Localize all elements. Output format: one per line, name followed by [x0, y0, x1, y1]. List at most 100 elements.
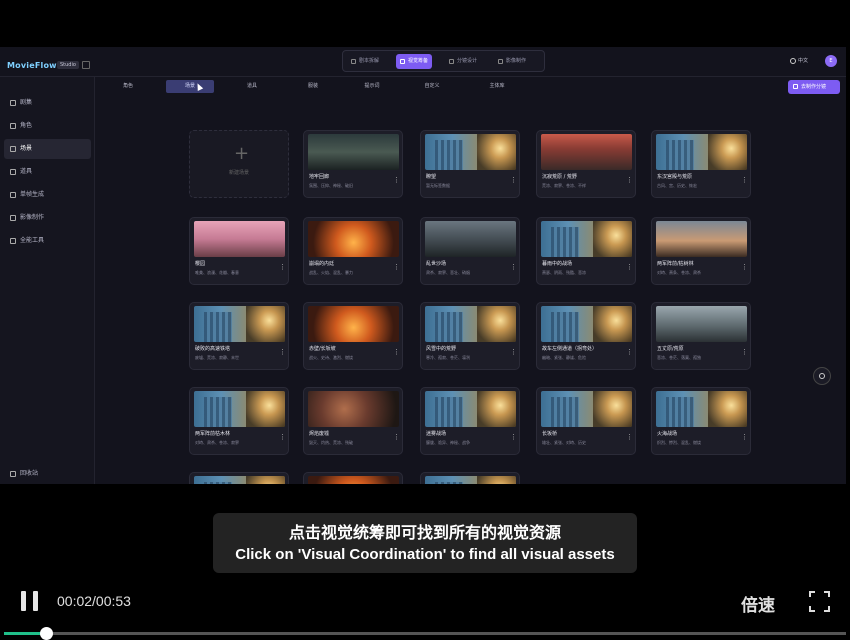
progress-track[interactable] — [4, 632, 846, 635]
more-options-icon[interactable]: ⋮ — [393, 434, 400, 441]
more-options-icon[interactable]: ⋮ — [626, 264, 633, 271]
scene-title: 沉寂荒原 / 荒野 — [542, 174, 577, 180]
more-options-icon[interactable]: ⋮ — [741, 434, 748, 441]
scene-tags: 对峙、萧条、苍凉、肃杀 — [657, 270, 701, 275]
scene-card[interactable] — [189, 472, 289, 484]
scene-title: 五丈原/荒原 — [657, 346, 684, 352]
scene-title: 樱园 — [195, 261, 206, 267]
scene-title: 东汉宫殿与荒原 — [657, 174, 693, 180]
scene-thumbnail — [656, 306, 747, 342]
scene-title: 迷雾战场 — [426, 431, 447, 437]
scene-thumbnail — [308, 476, 399, 484]
scene-card[interactable]: 沉寂荒原 / 荒野 荒凉、寂寥、苍凉、不祥 ⋮ — [536, 130, 636, 198]
scene-thumbnail — [194, 221, 285, 257]
scene-tags: 朦胧、诡异、神秘、战争 — [426, 440, 470, 445]
pause-button[interactable] — [21, 591, 39, 611]
scene-thumbnail — [541, 221, 632, 257]
scene-card[interactable]: 地牢回廊氛围、压抑、神秘、破旧 ⋮ — [303, 130, 403, 198]
scene-card[interactable]: 崩塌的内廷战乱、火焰、混乱、暴力 ⋮ — [303, 217, 403, 285]
scene-thumbnail — [656, 134, 747, 170]
more-options-icon[interactable]: ⋮ — [510, 349, 517, 356]
subtitle-chinese: 点击视觉统筹即可找到所有的视觉资源 — [288, 523, 561, 542]
scene-title: 赤壁/长坂坡 — [309, 346, 336, 352]
scene-card[interactable]: 两军阵前/枯树林对峙、萧条、苍凉、肃杀 ⋮ — [651, 217, 751, 285]
plus-icon: + — [234, 143, 250, 164]
scene-tags: 废墟、荒凉、寂静、末世 — [195, 355, 239, 360]
scene-title: 乱世沙场 — [426, 261, 447, 267]
playback-speed-button[interactable]: 倍速 — [741, 591, 775, 616]
scene-tags: 炽烈、惨烈、混乱、燃烧 — [657, 440, 701, 445]
scene-thumbnail — [194, 306, 285, 342]
scene-thumbnail — [541, 306, 632, 342]
scene-card[interactable]: 乱世沙场肃杀、寂寥、悲壮、硝烟 ⋮ — [420, 217, 520, 285]
scene-tags: 幽暗、紧张、静谧、危险 — [542, 355, 586, 360]
more-options-icon[interactable]: ⋮ — [393, 264, 400, 271]
scene-title: 两军阵前/枯树林 — [657, 261, 694, 267]
scene-title: 崩塌的内廷 — [309, 261, 335, 267]
add-scene-card[interactable]: + 新建场景 — [189, 130, 289, 198]
scene-card[interactable]: 赤壁/长坂坡战火、史诗、激烈、燃烧 ⋮ — [303, 302, 403, 370]
scene-title: 长坂桥 — [542, 431, 558, 437]
scene-title: 暮雨中的战场 — [542, 261, 573, 267]
more-options-icon[interactable]: ⋮ — [279, 264, 286, 271]
scene-card[interactable]: 故车左侧通道（拐弯处） 幽暗、紧张、静谧、危险 ⋮ — [536, 302, 636, 370]
scene-thumbnail — [425, 221, 516, 257]
scene-card[interactable]: 东汉宫殿与荒原 古风、宫、历史、恢宏 ⋮ — [651, 130, 751, 198]
scene-tags: 氛围、压抑、神秘、破旧 — [309, 183, 353, 188]
app-screen: MovieFlow Studio 剧本拆解 视觉筹备 分镜设计 影像制作 中文 … — [0, 47, 846, 484]
subtitle-english: Click on 'Visual Coordination' to find a… — [235, 546, 615, 563]
more-options-icon[interactable]: ⋮ — [626, 349, 633, 356]
scene-card[interactable]: 两军阵前枯木林对峙、肃杀、苍凉、寂寥 ⋮ — [189, 387, 289, 455]
subtitle-box: 点击视觉统筹即可找到所有的视觉资源 Click on 'Visual Coord… — [213, 513, 637, 573]
scene-grid: + 新建场景 地牢回廊 氛围、压抑、神秘、破旧 ⋮ 瞭望 暂无标签数据 ⋮ 沉寂荒原 / 荒… — [0, 47, 846, 484]
more-options-icon[interactable]: ⋮ — [741, 264, 748, 271]
scene-card[interactable]: 长坂桥雄壮、紧张、对峙、历史 ⋮ — [536, 387, 636, 455]
scene-title: 地牢回廊 — [309, 174, 330, 180]
scene-title: 故车左侧通道（拐弯处） — [542, 346, 598, 352]
more-options-icon[interactable]: ⋮ — [510, 434, 517, 441]
scene-tags: 对峙、肃杀、苍凉、寂寥 — [195, 440, 239, 445]
scene-tags: 寒冷、孤寂、苍茫、凛冽 — [426, 355, 470, 360]
fullscreen-icon[interactable] — [809, 591, 830, 612]
scene-tags: 雄壮、紧张、对峙、历史 — [542, 440, 586, 445]
scene-title: 两军阵前枯木林 — [195, 431, 231, 437]
scene-card[interactable]: 烬焰废墟毁灭、灼热、荒凉、残破 ⋮ — [303, 387, 403, 455]
chat-button[interactable] — [813, 367, 831, 385]
scene-title: 风雪中的荒野 — [426, 346, 457, 352]
scene-card[interactable]: 五丈原/荒原悲凉、苍茫、落寞、孤独 ⋮ — [651, 302, 751, 370]
scene-title: 火海战场 — [657, 431, 678, 437]
scene-thumbnail — [425, 391, 516, 427]
scene-card[interactable]: 暮雨中的战场萧瑟、阴雨、残酷、悲凉 ⋮ — [536, 217, 636, 285]
scene-card[interactable]: 瞭望 暂无标签数据 ⋮ — [420, 130, 520, 198]
scene-tags: 毁灭、灼热、荒凉、残破 — [309, 440, 353, 445]
scene-thumbnail — [308, 134, 399, 170]
scene-tags: 悲凉、苍茫、落寞、孤独 — [657, 355, 701, 360]
scene-thumbnail — [656, 221, 747, 257]
scene-card[interactable] — [303, 472, 403, 484]
more-options-icon[interactable]: ⋮ — [279, 434, 286, 441]
scene-tags: 战火、史诗、激烈、燃烧 — [309, 355, 353, 360]
scene-tags: 战乱、火焰、混乱、暴力 — [309, 270, 353, 275]
scene-card[interactable]: 樱园 唯美、浪漫、花瓣、春意 ⋮ — [189, 217, 289, 285]
more-options-icon[interactable]: ⋮ — [279, 349, 286, 356]
more-options-icon[interactable]: ⋮ — [510, 177, 517, 184]
scene-tags: 萧瑟、阴雨、残酷、悲凉 — [542, 270, 586, 275]
progress-knob[interactable] — [40, 627, 53, 640]
more-options-icon[interactable]: ⋮ — [393, 349, 400, 356]
scene-card[interactable]: 风雪中的荒野寒冷、孤寂、苍茫、凛冽 ⋮ — [420, 302, 520, 370]
more-options-icon[interactable]: ⋮ — [393, 177, 400, 184]
scene-tags: 肃杀、寂寥、悲壮、硝烟 — [426, 270, 470, 275]
scene-card[interactable]: 火海战场炽烈、惨烈、混乱、燃烧 ⋮ — [651, 387, 751, 455]
scene-card[interactable]: 迷雾战场朦胧、诡异、神秘、战争 ⋮ — [420, 387, 520, 455]
more-options-icon[interactable]: ⋮ — [626, 434, 633, 441]
scene-thumbnail — [425, 134, 516, 170]
scene-thumbnail — [425, 476, 516, 484]
more-options-icon[interactable]: ⋮ — [626, 177, 633, 184]
scene-title: 烬焰废墟 — [309, 431, 330, 437]
scene-card[interactable] — [420, 472, 520, 484]
scene-thumbnail — [194, 476, 285, 484]
more-options-icon[interactable]: ⋮ — [741, 177, 748, 184]
scene-card[interactable]: 破败的高速铁塔 废墟、荒凉、寂静、末世 ⋮ — [189, 302, 289, 370]
more-options-icon[interactable]: ⋮ — [510, 264, 517, 271]
more-options-icon[interactable]: ⋮ — [741, 349, 748, 356]
